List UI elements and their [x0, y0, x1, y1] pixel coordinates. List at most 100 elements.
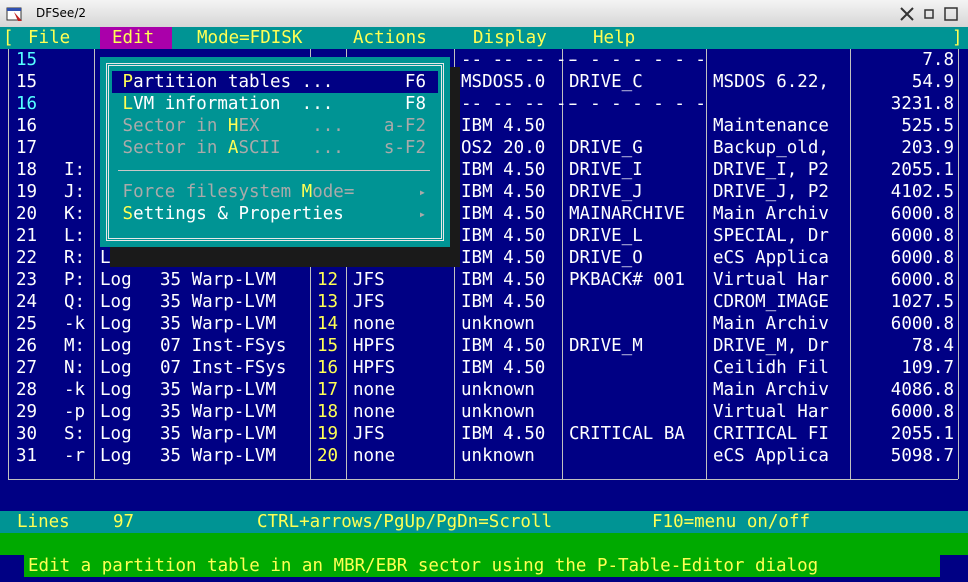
scroll-hint: CTRL+arrows/PgUp/PgDn=Scroll [257, 512, 553, 532]
volume-number: 18 [317, 402, 339, 422]
partition-id: 24 [16, 292, 38, 312]
help-text: Edit a partition table in an MBR/EBR sec… [24, 555, 940, 577]
item-pad [112, 138, 123, 158]
filesystem: HPFS [353, 336, 396, 356]
dropdown-item[interactable]: Sector in HEX ... a-F2 [112, 115, 438, 137]
size-mib: 2055.1 [890, 424, 954, 444]
table-row[interactable]: 30 S: Log 35 Warp-LVM 19 JFS IBM 4.50 CRITICAL … [0, 423, 968, 445]
volume-label: - - - - - - - [569, 50, 706, 70]
menu-separator [118, 170, 430, 171]
partition-id: 29 [16, 402, 38, 422]
drive-letter: L: [64, 226, 86, 246]
size-mib: 2055.1 [890, 160, 954, 180]
partition-kind: Log [100, 336, 132, 356]
size-mib: 5098.7 [890, 446, 954, 466]
maximize-icon[interactable] [942, 5, 960, 23]
format-id: IBM 4.50 [461, 336, 546, 356]
description: CDROM_IMAGE [713, 292, 829, 312]
format-id: OS2 20.0 [461, 138, 546, 158]
partition-kind: Log [100, 270, 132, 290]
drive-letter: -p [64, 402, 86, 422]
window-titlebar[interactable]: DFSee/2 [0, 0, 968, 28]
drive-letter: K: [64, 204, 86, 224]
item-label-pre: Sector in [122, 138, 228, 158]
partition-type: 35 Warp-LVM [160, 446, 276, 466]
table-row[interactable]: 28 -k Log 35 Warp-LVM 17 none unknown Main Arch… [0, 379, 968, 401]
description: Main Archiv [713, 314, 829, 334]
size-mib: 203.9 [901, 138, 954, 158]
partition-id: 15 [16, 50, 38, 70]
table-row[interactable]: 27 N: Log 07 Inst-FSys 16 HPFS IBM 4.50 Ceilidh… [0, 357, 968, 379]
filesystem: JFS [353, 270, 385, 290]
format-id: IBM 4.50 [461, 182, 546, 202]
volume-number: 20 [317, 446, 339, 466]
format-id: -- -- -- -- [461, 50, 577, 70]
item-shortcut: F6 [404, 72, 426, 92]
item-label-pre: Sector in [122, 116, 228, 136]
description: CRITICAL FI [713, 424, 829, 444]
dropdown-item[interactable]: Settings & Properties ▸ [112, 203, 438, 225]
volume-number: 14 [317, 314, 339, 334]
table-row[interactable]: 24 Q: Log 35 Warp-LVM 13 JFS IBM 4.50 CDROM_IMA… [0, 291, 968, 313]
volume-label: DRIVE_G [569, 138, 643, 158]
menu-edit[interactable]: Edit [100, 27, 172, 49]
volume-number: 16 [317, 358, 339, 378]
table-row[interactable]: 29 -p Log 35 Warp-LVM 18 none unknown Virtual H… [0, 401, 968, 423]
item-hotkey-letter: L [122, 94, 134, 114]
volume-label: DRIVE_M [569, 336, 643, 356]
item-shortcut: F8 [404, 94, 426, 114]
table-row[interactable]: 25 -k Log 35 Warp-LVM 14 none unknown Main Arch… [0, 313, 968, 335]
format-id: IBM 4.50 [461, 358, 546, 378]
volume-number: 12 [317, 270, 339, 290]
volume-label: DRIVE_L [569, 226, 643, 246]
partition-id: 19 [16, 182, 38, 202]
item-label-pre: Force filesystem [122, 182, 302, 202]
edit-dropdown-menu: Partition tables ... F6 LVM information .… [100, 57, 450, 247]
size-mib: 6000.8 [890, 226, 954, 246]
message-bar [0, 533, 968, 555]
minimize-icon[interactable] [920, 5, 938, 23]
description: Maintenance [713, 116, 829, 136]
table-row[interactable]: 31 -r Log 35 Warp-LVM 20 none unknown eCS Appli… [0, 445, 968, 467]
menu-actions[interactable]: Actions [353, 27, 427, 49]
close-icon[interactable] [898, 5, 916, 23]
partition-id: 15 [16, 72, 38, 92]
partition-id: 30 [16, 424, 38, 444]
menu-display[interactable]: Display [473, 27, 547, 49]
partition-type: 35 Warp-LVM [160, 270, 276, 290]
drive-letter: -r [64, 446, 86, 466]
format-id: IBM 4.50 [461, 116, 546, 136]
table-row[interactable]: 26 M: Log 07 Inst-FSys 15 HPFS IBM 4.50 DRIVE_M… [0, 335, 968, 357]
menu-mode[interactable]: Mode=FDISK [197, 27, 302, 49]
description: eCS Applica [713, 446, 829, 466]
partition-kind: Log [100, 314, 132, 334]
size-mib: 78.4 [911, 336, 954, 356]
format-id: IBM 4.50 [461, 160, 546, 180]
lines-label: Lines [17, 512, 70, 532]
filesystem: JFS [353, 424, 385, 444]
volume-number: 19 [317, 424, 339, 444]
item-label-post: EX ... [238, 116, 344, 136]
menu-file[interactable]: File [19, 27, 89, 49]
menu-help[interactable]: Help [593, 27, 635, 49]
dropdown-item[interactable]: LVM information ... F8 [112, 93, 438, 115]
dropdown-item[interactable]: Partition tables ... F6 [112, 71, 438, 93]
menu-bar: [ File Edit Mode=FDISK Actions Display H… [0, 27, 968, 49]
partition-type: 35 Warp-LVM [160, 380, 276, 400]
partition-id: 18 [16, 160, 38, 180]
filesystem: JFS [353, 292, 385, 312]
volume-label: DRIVE_C [569, 72, 643, 92]
table-row[interactable]: 23 P: Log 35 Warp-LVM 12 JFS IBM 4.50 PKBACK# 0… [0, 269, 968, 291]
volume-label: DRIVE_I [569, 160, 643, 180]
partition-id: 31 [16, 446, 38, 466]
dropdown-item[interactable]: Force filesystem Mode= ▸ [112, 181, 438, 203]
item-shortcut: a-F2 [383, 116, 426, 136]
description: DRIVE_M, Dr [713, 336, 829, 356]
dropdown-item[interactable]: Sector in ASCII ... s-F2 [112, 137, 438, 159]
size-mib: 6000.8 [890, 314, 954, 334]
lines-count: 97 [113, 512, 135, 532]
app-window-icon[interactable] [6, 5, 24, 23]
item-label-post: ode= [312, 182, 355, 202]
partition-id: 17 [16, 138, 38, 158]
menu-toggle-hint: F10=menu on/off [652, 512, 811, 532]
